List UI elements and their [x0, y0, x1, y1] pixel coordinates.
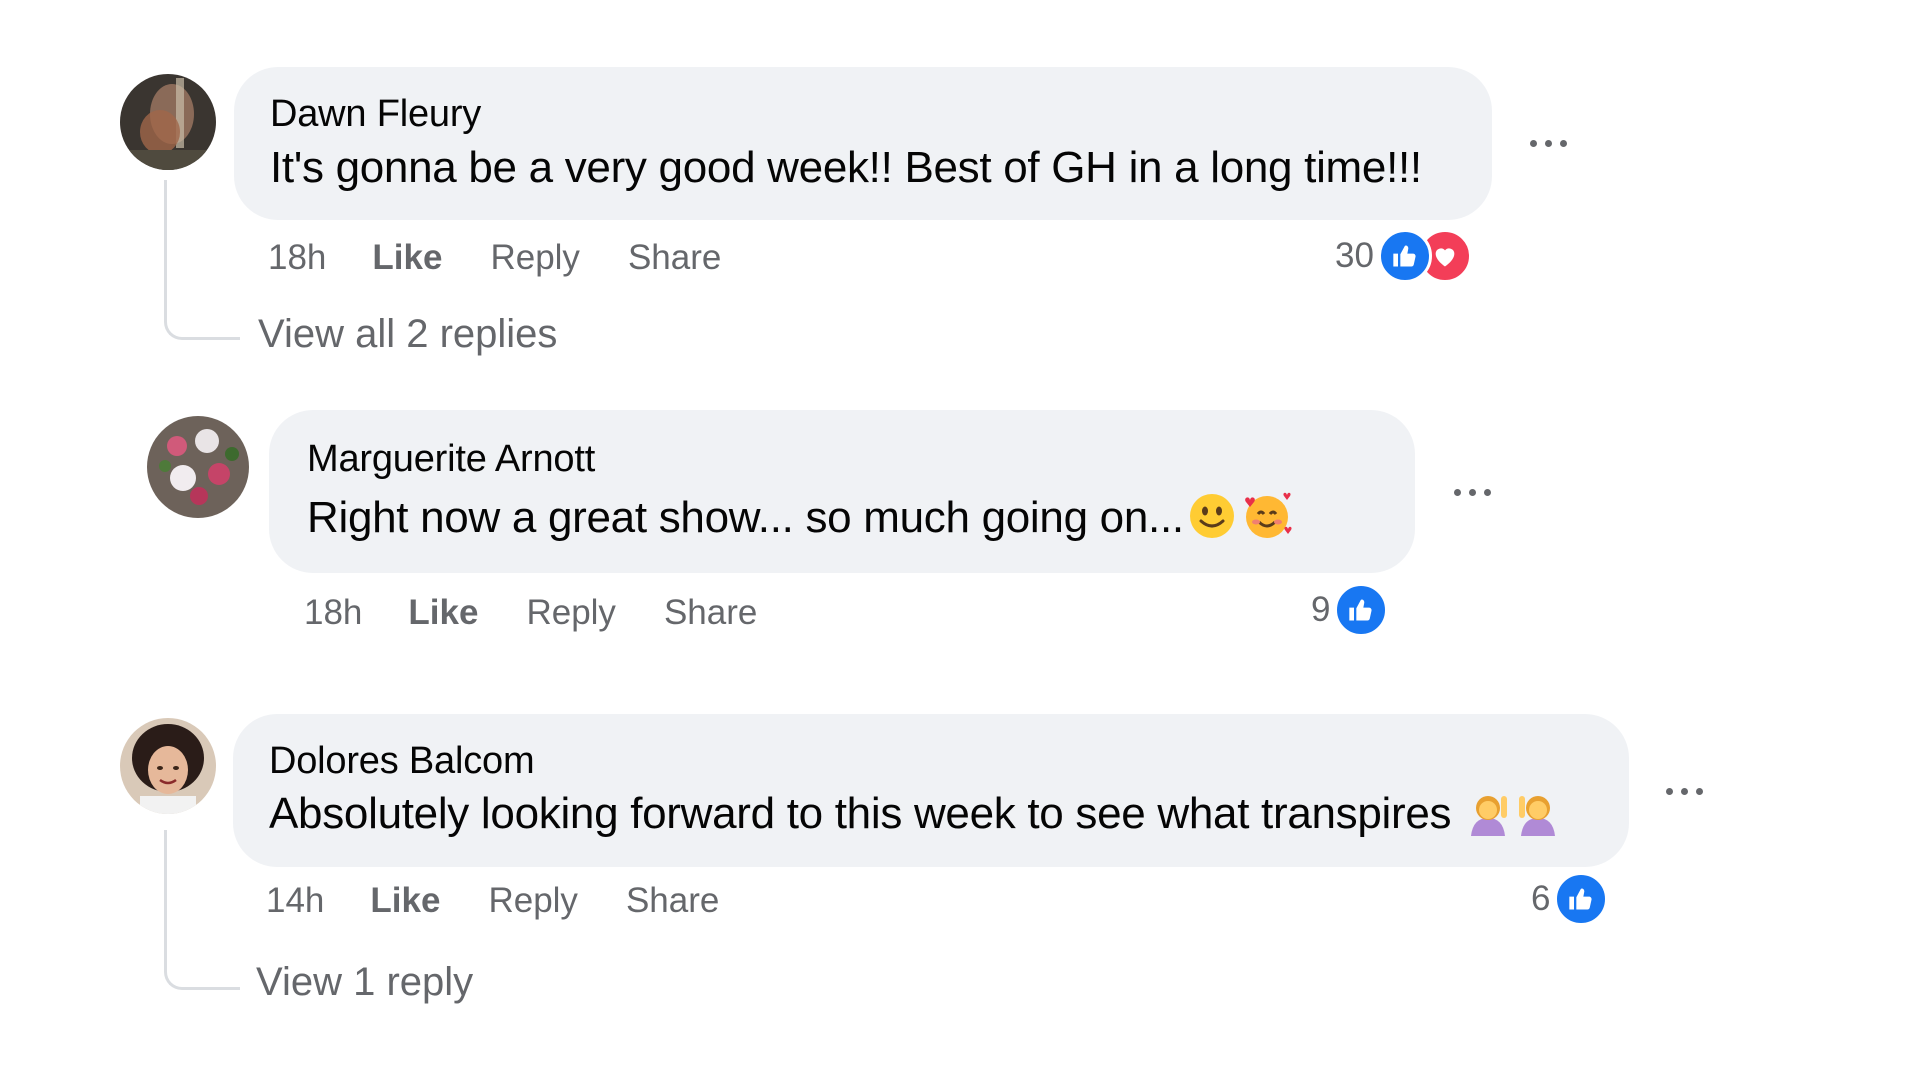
- more-options-button[interactable]: [1530, 133, 1574, 153]
- comment-timestamp[interactable]: 18h: [268, 238, 326, 278]
- share-button[interactable]: Share: [626, 881, 719, 921]
- dot-icon: [1560, 140, 1567, 147]
- slightly-smiling-face-emoji: [1188, 492, 1236, 551]
- more-options-button[interactable]: [1666, 781, 1710, 801]
- dot-icon: [1696, 788, 1703, 795]
- reply-button[interactable]: Reply: [490, 238, 579, 278]
- like-icon: [1554, 872, 1609, 926]
- comment-actions: 14h Like Reply Share: [266, 876, 767, 926]
- comment-text-body: Right now a great show... so much going …: [307, 493, 1184, 542]
- woman-raising-hand-emoji: [1515, 788, 1561, 847]
- reaction-count: 6: [1531, 879, 1551, 918]
- reactions-summary[interactable]: 30: [1335, 228, 1472, 284]
- comment-text: It's gonna be a very good week!! Best of…: [270, 143, 1422, 192]
- dot-icon: [1454, 489, 1461, 496]
- comment-text: Absolutely looking forward to this week …: [269, 788, 1561, 847]
- comment-author[interactable]: Dawn Fleury: [270, 93, 481, 136]
- share-button[interactable]: Share: [628, 238, 721, 278]
- reply-thread-line: [164, 180, 240, 340]
- like-button[interactable]: Like: [372, 238, 442, 278]
- like-icon: [1334, 583, 1389, 637]
- like-icon: [1377, 229, 1432, 283]
- reactions-summary[interactable]: 9: [1311, 582, 1389, 638]
- comment-actions: 18h Like Reply Share: [304, 588, 805, 638]
- comments-thread: Dawn Fleury It's gonna be a very good we…: [0, 0, 1920, 1080]
- comment-bubble: Dolores Balcom Absolutely looking forwar…: [233, 714, 1629, 867]
- woman-raising-hand-emoji: [1465, 788, 1511, 847]
- dot-icon: [1681, 788, 1688, 795]
- reply-button[interactable]: Reply: [526, 593, 615, 633]
- reaction-count: 9: [1311, 590, 1331, 629]
- reply-button[interactable]: Reply: [488, 881, 577, 921]
- comment-bubble: Marguerite Arnott Right now a great show…: [269, 410, 1415, 573]
- comment-timestamp[interactable]: 18h: [304, 593, 362, 633]
- dot-icon: [1530, 140, 1537, 147]
- reply-thread-line: [164, 830, 240, 990]
- like-button[interactable]: Like: [408, 593, 478, 633]
- dot-icon: [1545, 140, 1552, 147]
- like-button[interactable]: Like: [370, 881, 440, 921]
- reaction-count: 30: [1335, 236, 1374, 275]
- view-replies-link[interactable]: View all 2 replies: [258, 312, 557, 357]
- share-button[interactable]: Share: [664, 593, 757, 633]
- reactions-summary[interactable]: 6: [1531, 871, 1609, 927]
- view-replies-link[interactable]: View 1 reply: [256, 960, 473, 1005]
- avatar-marguerite-arnott[interactable]: [147, 416, 249, 518]
- comment-bubble: Dawn Fleury It's gonna be a very good we…: [234, 67, 1492, 220]
- avatar-dolores-balcom[interactable]: [120, 718, 216, 814]
- comment-author[interactable]: Marguerite Arnott: [307, 438, 595, 481]
- dot-icon: [1469, 489, 1476, 496]
- comment-actions: 18h Like Reply Share: [268, 233, 769, 283]
- more-options-button[interactable]: [1454, 482, 1498, 502]
- smiling-face-with-hearts-emoji: [1240, 490, 1294, 551]
- avatar-dawn-fleury[interactable]: [120, 74, 216, 170]
- comment-text-body: Absolutely looking forward to this week …: [269, 789, 1452, 838]
- dot-icon: [1666, 788, 1673, 795]
- dot-icon: [1484, 489, 1491, 496]
- comment-timestamp[interactable]: 14h: [266, 881, 324, 921]
- comment-text: Right now a great show... so much going …: [307, 490, 1294, 551]
- comment-author[interactable]: Dolores Balcom: [269, 740, 535, 783]
